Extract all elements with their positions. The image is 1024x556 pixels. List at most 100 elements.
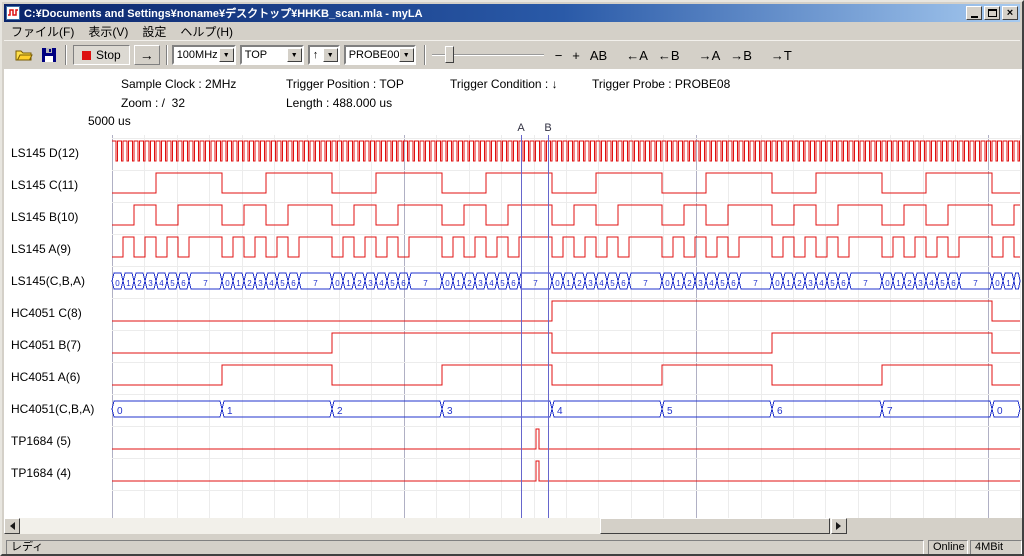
zoom-slider[interactable] [432, 44, 544, 66]
toolbar: Stop → 100MHz ▼ TOP ▼ ↑ ▼ PROBE00 ▼ − + … [4, 40, 1020, 69]
close-button[interactable]: × [1002, 6, 1018, 20]
channel-label: LS145 A(9) [11, 241, 71, 257]
wave-channel-4-value: 0 [995, 279, 1000, 288]
goto-cursor-b-left-button[interactable]: ←B [653, 47, 685, 64]
wave-channel-4-value: 4 [489, 279, 494, 288]
wave-channel-4-value: 7 [973, 279, 978, 288]
stop-icon [82, 51, 91, 60]
goto-cursor-a-right-button[interactable]: →A [694, 47, 726, 64]
sample-rate-combo[interactable]: 100MHz ▼ [172, 45, 236, 65]
horizontal-scrollbar[interactable] [4, 518, 847, 534]
wave-channel-4-value: 2 [467, 279, 472, 288]
status-online: Online [928, 540, 968, 555]
wave-channel-4-value: 4 [379, 279, 384, 288]
wave-channel-4-value: 5 [500, 279, 505, 288]
minimize-button[interactable] [966, 6, 982, 20]
maximize-icon [988, 9, 997, 17]
wave-channel-8-value: 0 [117, 406, 123, 417]
window-title: C:¥Documents and Settings¥noname¥デスクトップ¥… [24, 5, 964, 21]
goto-cursor-a-left-button[interactable]: ←A [621, 47, 653, 64]
wave-channel-4-value: 3 [258, 279, 263, 288]
chevron-down-icon[interactable]: ▼ [399, 48, 414, 62]
menu-file[interactable]: ファイル(F) [4, 22, 81, 41]
trigger-position-text: Trigger Position : TOP [286, 77, 404, 91]
wave-channel-4-value: 2 [357, 279, 362, 288]
zoom-in-button[interactable]: + [567, 47, 585, 64]
sample-rate-value: 100MHz [174, 49, 219, 61]
wave-channel-4-value: 6 [621, 279, 626, 288]
wave-channel-4-value: 7 [423, 279, 428, 288]
wave-channel-4-value: 6 [731, 279, 736, 288]
channel-label: LS145(C,B,A) [11, 273, 85, 289]
waveform-client: 0123456701234567012345670123456701234567… [4, 69, 1024, 518]
stop-button[interactable]: Stop [73, 45, 130, 65]
wave-channel-4-value: 3 [918, 279, 923, 288]
channel-label: HC4051 B(7) [11, 337, 81, 353]
wave-channel-4-value: 3 [148, 279, 153, 288]
goto-trigger-button[interactable]: →T [766, 47, 797, 64]
wave-channel-4-value: 5 [610, 279, 615, 288]
wave-channel-4-value: 4 [819, 279, 824, 288]
wave-channel-4-value: 5 [940, 279, 945, 288]
open-button[interactable] [11, 44, 36, 66]
stop-label: Stop [96, 48, 121, 62]
wave-channel-4-value: 2 [797, 279, 802, 288]
wave-channel-4-value: 1 [566, 279, 571, 288]
menu-help[interactable]: ヘルプ(H) [173, 22, 240, 41]
wave-channel-4-value: 2 [577, 279, 582, 288]
trigger-probe-text: Trigger Probe : PROBE08 [592, 77, 730, 91]
wave-channel-4-value: 5 [170, 279, 175, 288]
zoom-out-button[interactable]: − [550, 47, 568, 64]
wave-channel-4-value: 7 [643, 279, 648, 288]
wave-channel-4-value: 4 [929, 279, 934, 288]
channel-label: LS145 C(11) [11, 177, 78, 193]
wave-channel-4-value: 1 [896, 279, 901, 288]
zoom-text: Zoom : / 32 [121, 96, 185, 110]
wave-channel-4-value: 5 [830, 279, 835, 288]
scroll-left-button[interactable] [4, 518, 20, 534]
wave-channel-8-segment [662, 401, 772, 417]
wave-channel-4-value: 4 [159, 279, 164, 288]
channel-label: TP1684 (5) [11, 433, 71, 449]
waveform-plot[interactable]: 0123456701234567012345670123456701234567… [4, 69, 1024, 518]
toolbar-separator [166, 45, 168, 65]
trigger-position-combo[interactable]: TOP ▼ [240, 45, 304, 65]
wave-channel-4-value: 3 [368, 279, 373, 288]
wave-channel-4-value: 6 [841, 279, 846, 288]
chevron-down-icon[interactable]: ▼ [219, 48, 234, 62]
save-button[interactable] [36, 44, 61, 66]
arrow-left-icon [6, 522, 15, 530]
wave-channel-8-segment [882, 401, 992, 417]
sample-clock-text: Sample Clock : 2MHz [121, 77, 236, 91]
status-ready: レディ [6, 540, 924, 555]
channel-label: TP1684 (4) [11, 465, 71, 481]
wave-channel-8-segment [552, 401, 662, 417]
wave-channel-4-value: 0 [225, 279, 230, 288]
wave-channel-8-value: 7 [887, 406, 893, 417]
wave-channel-8-value: 5 [667, 406, 673, 417]
arrow-right-icon [836, 522, 845, 530]
wave-channel-4-value: 2 [247, 279, 252, 288]
zoom-ab-button[interactable]: AB [585, 47, 612, 64]
zoom-slider-thumb[interactable] [445, 46, 454, 63]
run-button[interactable]: → [134, 45, 160, 65]
probe-combo[interactable]: PROBE00 ▼ [344, 45, 416, 65]
wave-channel-4-value: 3 [698, 279, 703, 288]
wave-channel-4-value: 6 [511, 279, 516, 288]
wave-channel-4-value: 1 [126, 279, 131, 288]
trigger-edge-combo[interactable]: ↑ ▼ [308, 45, 340, 65]
scroll-right-button[interactable] [831, 518, 847, 534]
wave-channel-4-value: 5 [390, 279, 395, 288]
scrollbar-thumb[interactable] [600, 518, 830, 534]
chevron-down-icon[interactable]: ▼ [323, 48, 338, 62]
wave-channel-4-value: 7 [533, 279, 538, 288]
channel-label: LS145 B(10) [11, 209, 78, 225]
chevron-down-icon[interactable]: ▼ [287, 48, 302, 62]
wave-channel-4-value: 7 [313, 279, 318, 288]
goto-cursor-b-right-button[interactable]: →B [725, 47, 757, 64]
open-folder-icon [15, 48, 33, 62]
wave-channel-4-value: 1 [676, 279, 681, 288]
menu-settings[interactable]: 設定 [135, 22, 173, 41]
maximize-button[interactable] [984, 6, 1000, 20]
menu-view[interactable]: 表示(V) [81, 22, 135, 41]
